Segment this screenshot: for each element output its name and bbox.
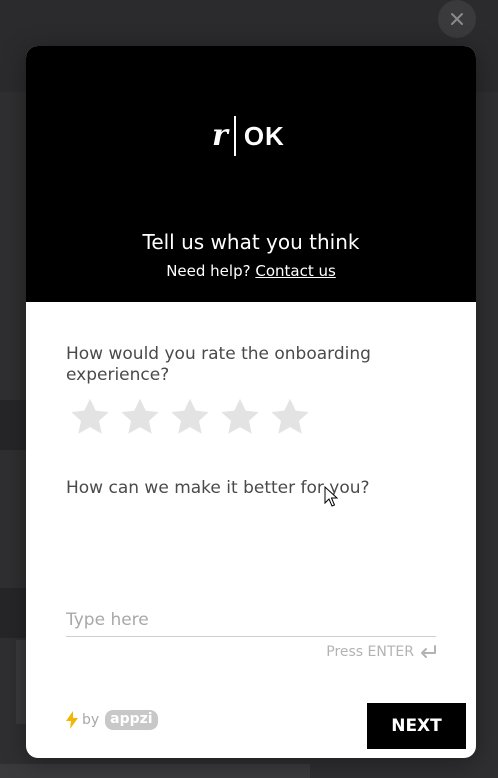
mouse-cursor-icon [324,486,338,507]
answer-input[interactable] [66,604,436,637]
close-icon [451,13,463,25]
logo-divider [233,116,236,156]
lightning-icon [66,711,78,729]
appzi-logo: appzi [105,710,158,730]
improvement-question: How can we make it better for you? [66,478,370,498]
star-rating [68,396,318,440]
close-button[interactable] [438,0,476,38]
rating-question: How would you rate the onboarding experi… [66,344,371,385]
press-enter-text: Press ENTER [326,644,414,660]
star-icon[interactable] [118,396,162,440]
press-enter-hint: Press ENTER [316,644,438,660]
background-footer [0,764,310,778]
feedback-modal: r OK Tell us what you think Need help? C… [26,46,476,758]
star-icon[interactable] [268,396,312,440]
help-line: Need help? Contact us [26,262,476,280]
logo-text: OK [243,120,285,151]
enter-icon [421,645,436,658]
by-text: by [82,712,100,728]
brand-logo: r OK [212,114,292,158]
contact-us-link[interactable]: Contact us [255,262,335,280]
modal-title: Tell us what you think [142,230,360,254]
logo-letter: r [212,118,228,153]
star-icon[interactable] [68,396,112,440]
star-icon[interactable] [218,396,262,440]
help-prefix: Need help? [166,262,251,280]
next-button[interactable]: NEXT [367,703,466,749]
powered-by[interactable]: by appzi [66,710,158,730]
modal-header: r OK Tell us what you think Need help? C… [26,46,476,302]
star-icon[interactable] [168,396,212,440]
